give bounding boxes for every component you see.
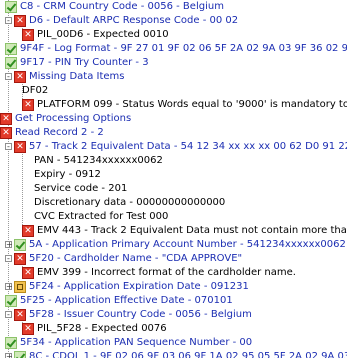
tree-row-label: 9F4F - Log Format - 9F 27 01 9F 02 06 5F… bbox=[20, 43, 347, 54]
warning-icon bbox=[14, 281, 26, 293]
collapse-toggle[interactable]: - bbox=[5, 143, 12, 151]
error-icon bbox=[14, 253, 26, 265]
tree-row-label: D6 - Default ARPC Response Code - 00 02 bbox=[29, 15, 239, 26]
expand-toggle[interactable]: + bbox=[5, 241, 13, 249]
collapse-toggle[interactable]: - bbox=[5, 255, 12, 263]
tree-row-label: 5F24 - Application Expiration Date - 091… bbox=[29, 281, 249, 292]
tree-row-label: Service code - 201 bbox=[34, 183, 128, 194]
tree-row-label: PLATFORM 099 - Status Words equal to '90… bbox=[37, 99, 347, 110]
check-icon bbox=[14, 239, 26, 251]
tree-row-label: EMV 399 - Incorrect format of the cardho… bbox=[37, 267, 296, 278]
tree-row-label: EMV 443 - Track 2 Equivalent Data must n… bbox=[37, 225, 347, 236]
error-icon bbox=[14, 309, 26, 321]
check-icon bbox=[5, 1, 17, 13]
error-icon bbox=[14, 141, 26, 153]
tree-row-label: 5F34 - Application PAN Sequence Number -… bbox=[20, 337, 253, 348]
error-icon bbox=[0, 127, 12, 139]
check-icon bbox=[5, 295, 17, 307]
tree-row-label: PAN - 541234xxxxxx0062 bbox=[34, 155, 163, 166]
tree-row-label: C8 - CRM Country Code - 0056 - Belgium bbox=[20, 1, 224, 12]
error-icon bbox=[14, 71, 26, 83]
error-icon bbox=[22, 267, 34, 279]
tree-row-label: 57 - Track 2 Equivalent Data - 54 12 34 … bbox=[29, 141, 347, 152]
tree-row-label: 8C - CDOL 1 - 9F 02 06 9F 03 06 9F 1A 02… bbox=[29, 351, 347, 358]
tree-row-label: Expiry - 0912 bbox=[34, 169, 101, 180]
tree-guide-line bbox=[22, 147, 23, 231]
tree-row-label: 5A - Application Primary Account Number … bbox=[29, 239, 346, 250]
tree-row-label: Read Record 2 - 2 bbox=[15, 127, 104, 138]
tree-row-label: PIL_5F28 - Expected 0076 bbox=[37, 323, 167, 334]
tree-row-label: 9F17 - PIN Try Counter - 3 bbox=[20, 57, 149, 68]
tree-row-label: DF02 bbox=[22, 85, 49, 96]
error-icon bbox=[0, 113, 12, 125]
result-tree[interactable]: C8 - CRM Country Code - 0056 - Belgium-D… bbox=[0, 0, 347, 358]
error-icon bbox=[22, 225, 34, 237]
tree-row-label: 5F20 - Cardholder Name - "CDA APPROVE" bbox=[29, 253, 243, 264]
tree-row-label: 5F25 - Application Effective Date - 0701… bbox=[20, 295, 233, 306]
error-icon bbox=[22, 323, 34, 335]
expand-toggle[interactable]: + bbox=[5, 353, 13, 358]
collapse-toggle[interactable]: - bbox=[5, 73, 12, 81]
tree-row-label: Get Processing Options bbox=[15, 113, 132, 124]
error-icon bbox=[22, 99, 34, 111]
check-icon bbox=[5, 57, 17, 69]
error-icon bbox=[14, 15, 26, 27]
check-icon bbox=[14, 351, 26, 358]
check-icon bbox=[5, 43, 17, 55]
error-icon bbox=[22, 29, 34, 41]
tree-row-label: 5F28 - Issuer Country Code - 0056 - Belg… bbox=[29, 309, 252, 320]
collapse-toggle[interactable]: - bbox=[5, 17, 12, 25]
check-icon bbox=[5, 337, 17, 349]
tree-row-label: Discretionary data - 00000000000000 bbox=[34, 197, 226, 208]
collapse-toggle[interactable]: - bbox=[5, 311, 12, 319]
expand-toggle[interactable]: + bbox=[5, 283, 13, 291]
tree-row-label: PIL_00D6 - Expected 0010 bbox=[37, 29, 169, 40]
tree-row-label: Missing Data Items bbox=[29, 71, 125, 82]
tree-row-label: CVC Extracted for Test 000 bbox=[34, 211, 169, 222]
